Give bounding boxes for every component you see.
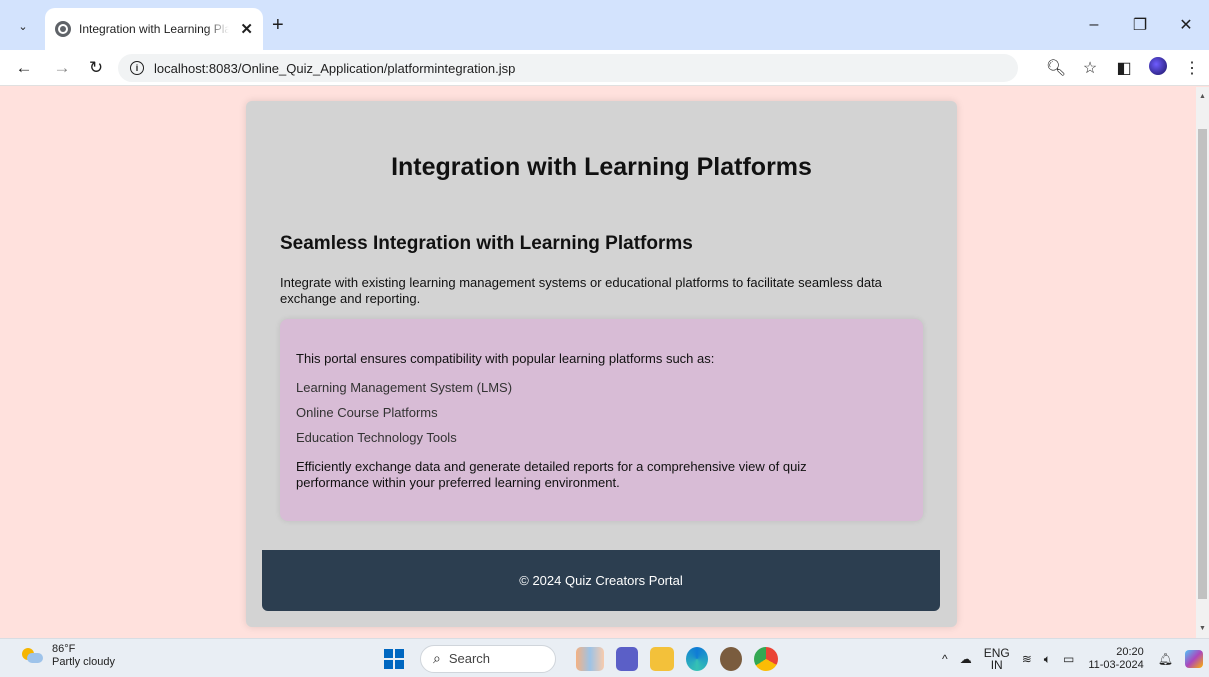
list-item: Education Technology Tools bbox=[296, 430, 457, 445]
app-icon[interactable] bbox=[720, 646, 742, 671]
content-container: Integration with Learning Platforms Seam… bbox=[246, 101, 957, 627]
close-window-icon[interactable]: ✕ bbox=[1163, 15, 1209, 35]
section-title: Seamless Integration with Learning Platf… bbox=[280, 233, 693, 254]
reload-icon[interactable]: ↻ bbox=[84, 56, 108, 80]
os-taskbar: 86°F Partly cloudy ⌕ Search ^ ☁ ENG IN ≋… bbox=[0, 638, 1209, 677]
forward-icon[interactable]: → bbox=[50, 56, 74, 80]
taskbar-search[interactable]: ⌕ Search bbox=[420, 644, 556, 673]
list-item: Online Course Platforms bbox=[296, 405, 438, 420]
search-icon: ⌕ bbox=[433, 650, 441, 666]
edge-browser-icon[interactable] bbox=[686, 646, 708, 671]
onedrive-cloud-icon[interactable]: ☁ bbox=[960, 653, 972, 665]
toolbar-actions: 🔍︎ ☆ ◧ ⋮ bbox=[1039, 56, 1209, 80]
compatibility-box: This portal ensures compatibility with p… bbox=[280, 319, 923, 521]
url-text[interactable]: localhost:8083/Online_Quiz_Application/p… bbox=[154, 61, 515, 76]
clock-time: 20:20 bbox=[1116, 645, 1144, 658]
address-bar[interactable]: i localhost:8083/Online_Quiz_Application… bbox=[118, 54, 1018, 82]
search-placeholder: Search bbox=[448, 651, 491, 666]
notification-bell-icon[interactable]: 🔔︎ bbox=[1158, 653, 1173, 665]
close-tab-icon[interactable]: ✕ bbox=[240, 20, 253, 38]
scroll-down-arrow-icon[interactable]: ▼ bbox=[1198, 625, 1207, 632]
partly-cloudy-icon bbox=[22, 648, 44, 664]
vertical-scrollbar[interactable]: ▲ ▼ bbox=[1196, 87, 1209, 638]
page-viewport: Integration with Learning Platforms Seam… bbox=[0, 87, 1196, 638]
page-footer: © 2024 Quiz Creators Portal bbox=[262, 550, 940, 611]
chrome-icon[interactable] bbox=[754, 646, 778, 671]
teams-icon[interactable] bbox=[616, 646, 638, 671]
page-title: Integration with Learning Platforms bbox=[391, 153, 812, 181]
restore-icon[interactable]: ❐ bbox=[1117, 15, 1163, 35]
browser-toolbar: ← → ↻ i localhost:8083/Online_Quiz_Appli… bbox=[0, 50, 1209, 86]
site-info-icon[interactable]: i bbox=[130, 61, 144, 75]
clock-date: 11-03-2024 bbox=[1088, 658, 1144, 671]
compatibility-outro: Efficiently exchange data and generate d… bbox=[296, 459, 807, 490]
bookmark-star-icon[interactable]: ☆ bbox=[1073, 58, 1107, 78]
tab-title: Integration with Learning Platforms bbox=[79, 22, 229, 36]
scrollbar-thumb[interactable] bbox=[1198, 129, 1207, 599]
window-controls: – ❐ ✕ bbox=[1071, 0, 1209, 50]
menu-kebab-icon[interactable]: ⋮ bbox=[1175, 58, 1209, 78]
tab-dropdown-icon[interactable]: ⌄ bbox=[9, 12, 37, 40]
windows-start-icon[interactable] bbox=[384, 648, 404, 669]
weather-condition: Partly cloudy bbox=[52, 656, 115, 668]
file-explorer-icon[interactable] bbox=[650, 646, 674, 671]
system-tray: ^ ☁ ENG IN ≋ 🔈︎ ▭ 20:20 11-03-2024 🔔︎ bbox=[936, 643, 1209, 674]
list-item: Learning Management System (LMS) bbox=[296, 380, 513, 395]
section-description: Integrate with existing learning managem… bbox=[280, 275, 882, 306]
browser-tab[interactable]: Integration with Learning Platforms ✕ bbox=[45, 8, 263, 50]
clock[interactable]: 20:20 11-03-2024 bbox=[1088, 646, 1143, 672]
back-icon[interactable]: ← bbox=[12, 56, 36, 80]
globe-icon bbox=[55, 21, 71, 37]
new-tab-button[interactable]: + bbox=[272, 14, 284, 36]
weather-widget[interactable]: 86°F Partly cloudy bbox=[22, 643, 115, 669]
compatibility-intro: This portal ensures compatibility with p… bbox=[296, 351, 715, 366]
language-indicator[interactable]: ENG IN bbox=[984, 647, 1010, 671]
zoom-icon[interactable]: 🔍︎ bbox=[1039, 58, 1073, 78]
show-hidden-icons-chevron-icon[interactable]: ^ bbox=[942, 653, 948, 665]
wifi-icon[interactable]: ≋ bbox=[1022, 653, 1032, 665]
minimize-icon[interactable]: – bbox=[1071, 16, 1117, 34]
taskbar-apps: ⌕ Search bbox=[384, 643, 784, 674]
battery-icon[interactable]: ▭ bbox=[1063, 653, 1074, 665]
side-panel-icon[interactable]: ◧ bbox=[1107, 58, 1141, 78]
copilot-icon[interactable] bbox=[1185, 649, 1203, 668]
platform-list: Learning Management System (LMS) Online … bbox=[296, 380, 512, 455]
widgets-app-icon[interactable] bbox=[576, 646, 604, 671]
tab-bar: ⌄ Integration with Learning Platforms ✕ … bbox=[0, 0, 1209, 50]
volume-icon[interactable]: 🔈︎ bbox=[1044, 653, 1051, 665]
profile-avatar[interactable] bbox=[1141, 56, 1175, 80]
temperature: 86°F bbox=[52, 643, 76, 655]
footer-copyright: © 2024 Quiz Creators Portal bbox=[519, 573, 683, 588]
scroll-up-arrow-icon[interactable]: ▲ bbox=[1198, 93, 1207, 100]
